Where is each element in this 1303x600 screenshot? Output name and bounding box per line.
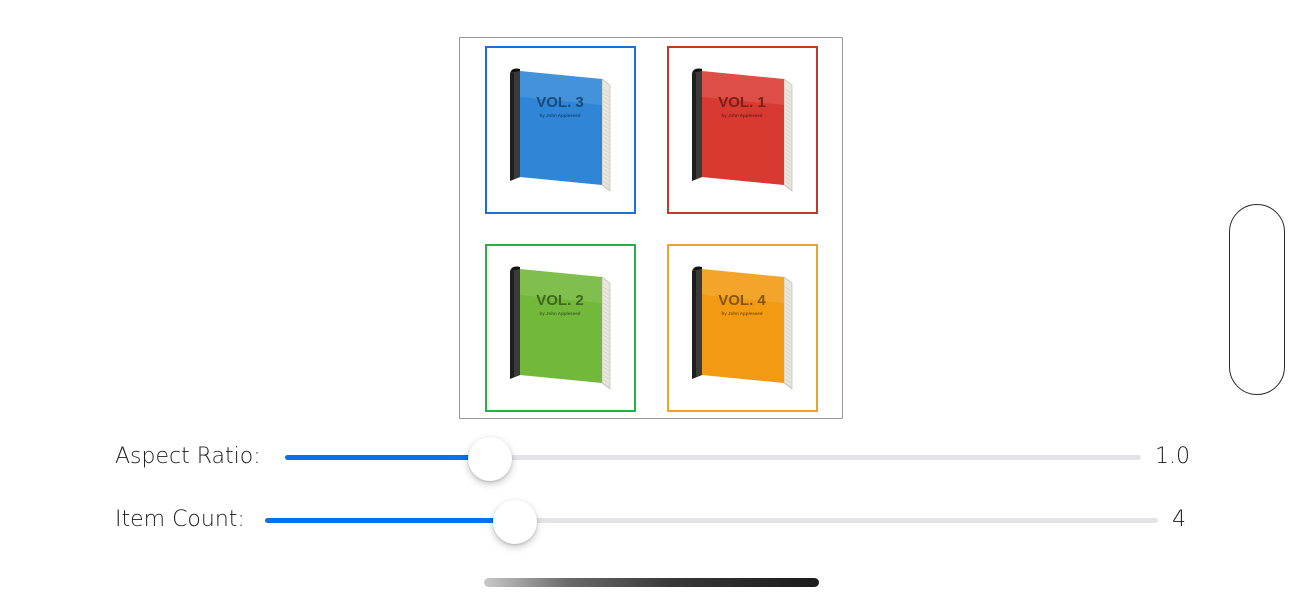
app-screen: VOL. 3 by John Appleseed VOL. 1 by John Ap… — [0, 0, 1303, 600]
book-title: VOL. 2 — [536, 292, 584, 309]
item-count-label: Item Count: — [115, 507, 245, 532]
book-author: by John Appleseed — [539, 113, 580, 118]
item-count-slider[interactable] — [265, 500, 1158, 544]
aspect-ratio-slider-fill — [285, 455, 491, 460]
item-count-row: Item Count: 4 — [0, 500, 1303, 544]
book-icon: VOL. 4 by John Appleseed — [691, 266, 792, 390]
book-icon: VOL. 3 by John Appleseed — [509, 68, 610, 192]
home-indicator[interactable] — [484, 578, 819, 587]
aspect-ratio-row: Aspect Ratio: 1.0 — [0, 437, 1303, 481]
aspect-ratio-slider-thumb[interactable] — [468, 437, 513, 481]
item-count-value: 4 — [1172, 507, 1186, 532]
book-author: by John Appleseed — [721, 311, 762, 316]
item-count-slider-fill — [265, 518, 516, 523]
grid-cell-2[interactable]: VOL. 1 by John Appleseed — [667, 46, 818, 214]
aspect-ratio-label: Aspect Ratio: — [115, 444, 261, 469]
grid-cell-1[interactable]: VOL. 3 by John Appleseed — [485, 46, 636, 214]
aspect-ratio-slider[interactable] — [285, 437, 1141, 481]
grid-cell-4[interactable]: VOL. 4 by John Appleseed — [667, 244, 818, 412]
aspect-ratio-value: 1.0 — [1155, 444, 1190, 469]
book-title: VOL. 3 — [536, 94, 584, 111]
side-scroll-pill[interactable] — [1229, 204, 1285, 395]
book-author: by John Appleseed — [539, 311, 580, 316]
grid-cell-3[interactable]: VOL. 2 by John Appleseed — [485, 244, 636, 412]
book-grid: VOL. 3 by John Appleseed VOL. 1 by John Ap… — [459, 37, 843, 419]
book-icon: VOL. 1 by John Appleseed — [691, 68, 792, 192]
book-icon: VOL. 2 by John Appleseed — [509, 266, 610, 390]
book-author: by John Appleseed — [721, 113, 762, 118]
book-title: VOL. 1 — [718, 94, 766, 111]
item-count-slider-thumb[interactable] — [493, 500, 538, 544]
book-title: VOL. 4 — [718, 292, 766, 309]
